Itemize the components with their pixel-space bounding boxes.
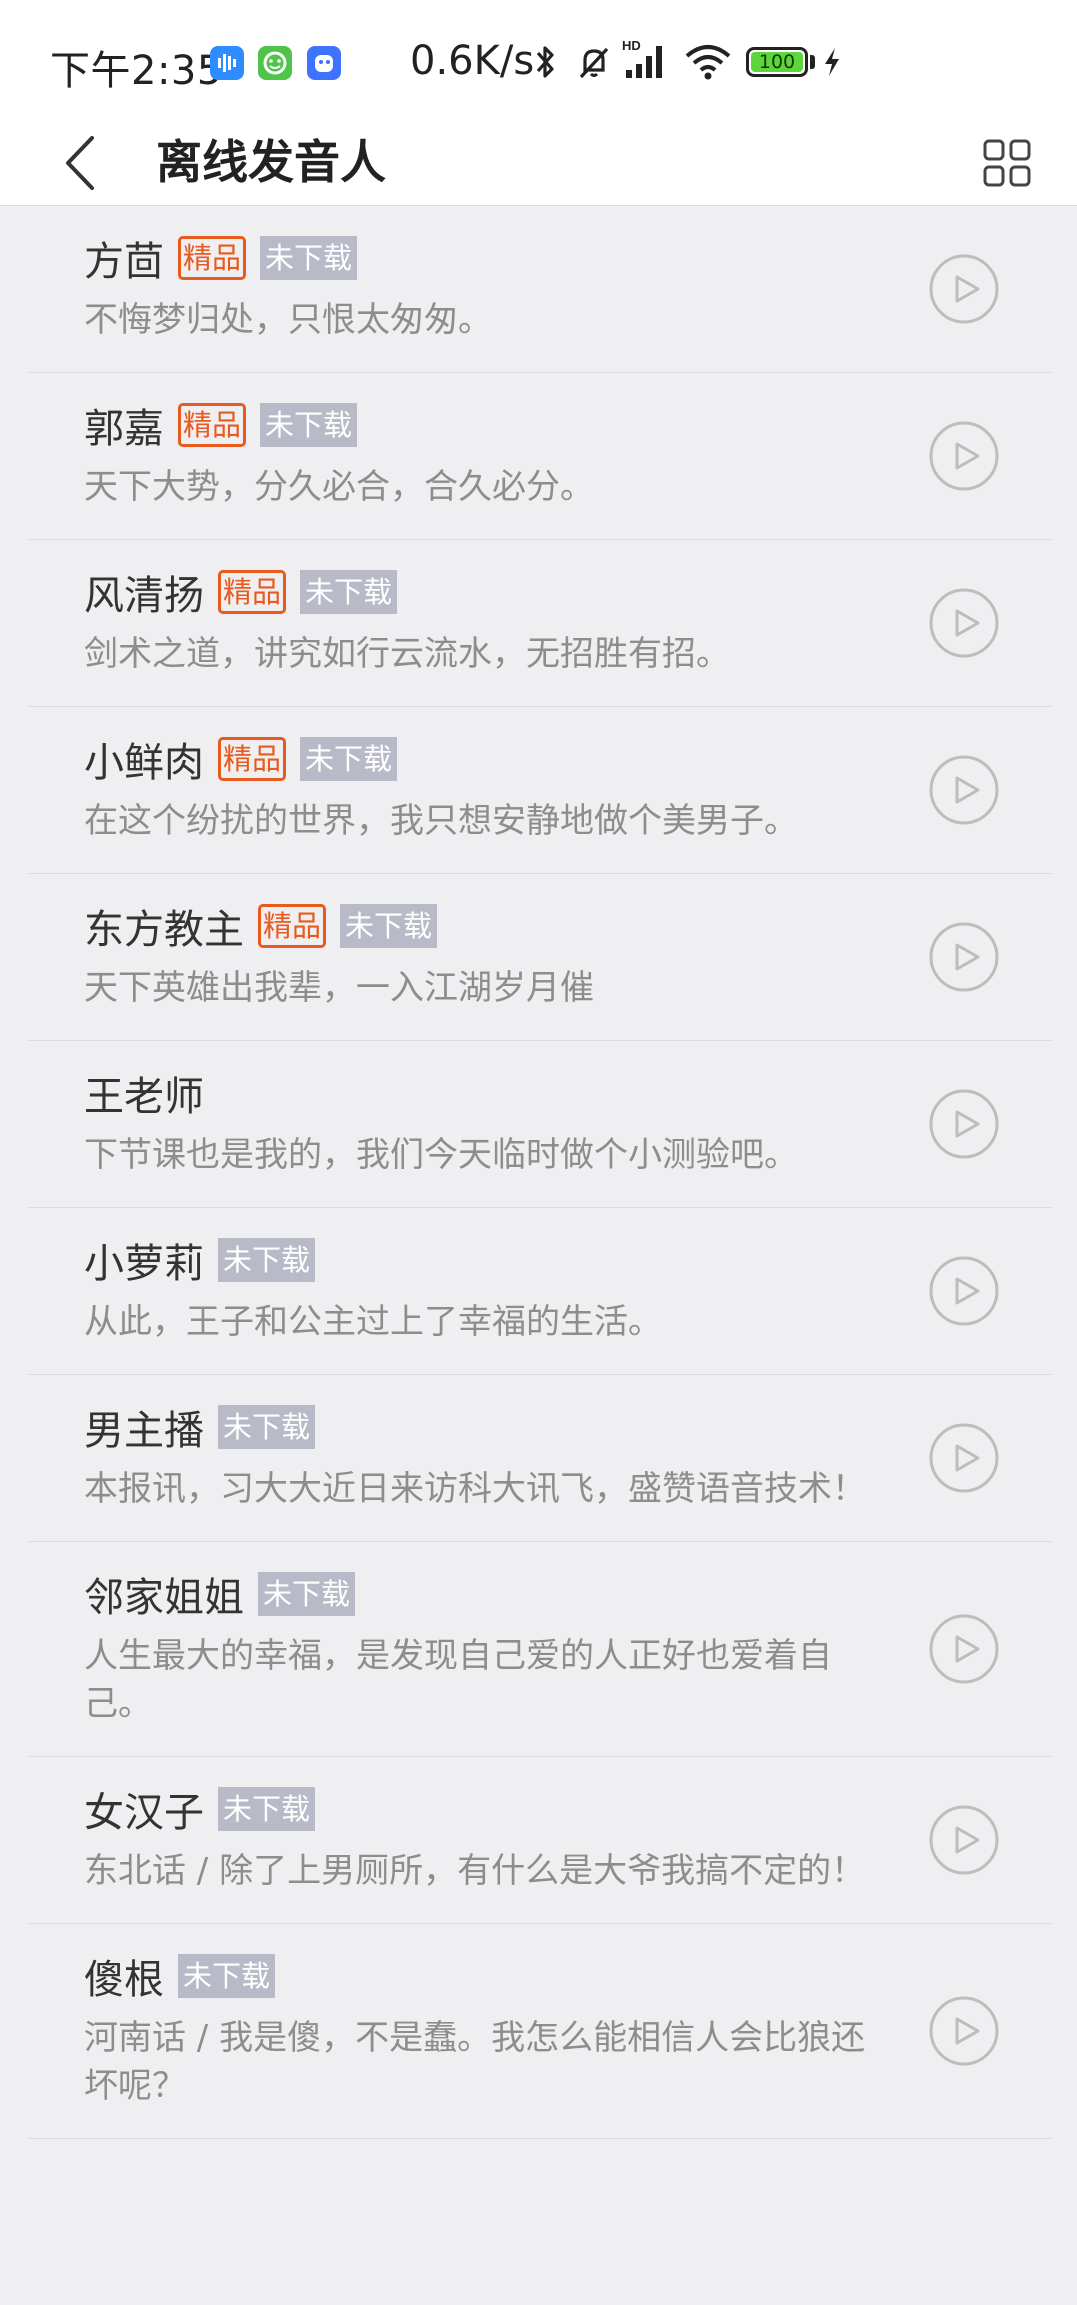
app-header: 离线发音人 (0, 120, 1077, 206)
play-button[interactable] (928, 754, 1000, 826)
charging-icon (822, 47, 842, 77)
voice-sample-text: 本报讯，习大大近日来访科大讯飞，盛赞语音技术！ (84, 1469, 866, 1509)
not-downloaded-badge: 未下载 (300, 570, 398, 614)
voice-name: 风清扬 (84, 573, 204, 619)
play-icon (929, 1996, 999, 2066)
mute-bell-icon (574, 42, 614, 82)
battery-level: 100 (751, 52, 803, 72)
play-icon (929, 588, 999, 658)
voice-name: 小鲜肉 (84, 740, 204, 786)
play-button[interactable] (928, 1804, 1000, 1876)
voice-item-dongfangjiaozhu[interactable]: 东方教主 精品 未下载 天下英雄出我辈，一入江湖岁月催 (28, 874, 1052, 1041)
play-button[interactable] (928, 587, 1000, 659)
play-icon (929, 755, 999, 825)
voice-sample-text: 不悔梦归处，只恨太匆匆。 (84, 300, 492, 340)
voice-sample-text: 天下大势，分久必合，合久必分。 (84, 467, 594, 507)
battery-cap (810, 55, 815, 69)
play-button[interactable] (928, 1613, 1000, 1685)
chat-app-icon (258, 46, 292, 80)
voice-item-wanglaoshi[interactable]: 王老师 下节课也是我的，我们今天临时做个小测验吧。 (28, 1041, 1052, 1208)
play-icon (929, 1256, 999, 1326)
assistant-app-icon (307, 46, 341, 80)
voice-sample-text: 在这个纷扰的世界，我只想安静地做个美男子。 (84, 801, 798, 841)
voice-sample-text: 下节课也是我的，我们今天临时做个小测验吧。 (84, 1135, 798, 1175)
bluetooth-icon (532, 42, 560, 82)
not-downloaded-badge: 未下载 (260, 236, 358, 280)
not-downloaded-badge: 未下载 (340, 904, 438, 948)
svg-text:HD: HD (622, 38, 641, 53)
voice-name: 小萝莉 (84, 1241, 204, 1287)
back-button[interactable] (50, 120, 110, 205)
not-downloaded-badge: 未下载 (258, 1572, 356, 1616)
voice-item-nanzhubo[interactable]: 男主播 未下载 本报讯，习大大近日来访科大讯飞，盛赞语音技术！ (28, 1375, 1052, 1542)
premium-badge: 精品 (178, 403, 247, 447)
voice-list: 方茴 精品 未下载 不悔梦归处，只恨太匆匆。 郭嘉 精品 未下载 天下大势，分久… (0, 206, 1077, 2139)
voice-item-xiaoluoli[interactable]: 小萝莉 未下载 从此，王子和公主过上了幸福的生活。 (28, 1208, 1052, 1375)
voice-item-fengqingyang[interactable]: 风清扬 精品 未下载 剑术之道，讲究如行云流水，无招胜有招。 (28, 540, 1052, 707)
voice-name: 郭嘉 (84, 406, 164, 452)
not-downloaded-badge: 未下载 (300, 737, 398, 781)
voice-sample-text: 剑术之道，讲究如行云流水，无招胜有招。 (84, 634, 730, 674)
play-icon (929, 1423, 999, 1493)
voice-name: 王老师 (84, 1074, 204, 1120)
voice-app-icon (210, 46, 244, 80)
wifi-icon (684, 42, 732, 82)
voice-sample-text: 东北话 / 除了上男厕所，有什么是大爷我搞不定的！ (84, 1851, 866, 1891)
status-time: 下午2:35 (50, 48, 223, 94)
voice-name: 方茴 (84, 239, 164, 285)
voice-sample-text: 天下英雄出我辈，一入江湖岁月催 (84, 968, 594, 1008)
chevron-left-icon (66, 135, 94, 190)
voice-name: 男主播 (84, 1408, 204, 1454)
network-speed: 0.6K/s (410, 38, 535, 84)
not-downloaded-badge: 未下载 (260, 403, 358, 447)
voice-item-linjiajiejie[interactable]: 邻家姐姐 未下载 人生最大的幸福，是发现自己爱的人正好也爱着自己。 (28, 1542, 1052, 1757)
voice-item-guojia[interactable]: 郭嘉 精品 未下载 天下大势，分久必合，合久必分。 (28, 373, 1052, 540)
play-icon (929, 922, 999, 992)
premium-badge: 精品 (218, 737, 287, 781)
play-icon (929, 421, 999, 491)
play-button[interactable] (928, 420, 1000, 492)
not-downloaded-badge: 未下载 (218, 1405, 316, 1449)
play-icon (929, 1089, 999, 1159)
grid-view-button[interactable] (977, 120, 1037, 205)
voice-sample-text: 河南话 / 我是傻，不是蠢。我怎么能相信人会比狼还坏呢？ (84, 2018, 866, 2106)
play-button[interactable] (928, 1088, 1000, 1160)
premium-badge: 精品 (258, 904, 327, 948)
voice-name: 女汉子 (84, 1790, 204, 1836)
not-downloaded-badge: 未下载 (178, 1954, 276, 1998)
voice-sample-text: 从此，王子和公主过上了幸福的生活。 (84, 1302, 662, 1342)
play-button[interactable] (928, 1255, 1000, 1327)
play-icon (929, 1805, 999, 1875)
not-downloaded-badge: 未下载 (218, 1787, 316, 1831)
premium-badge: 精品 (218, 570, 287, 614)
grid-view-icon (983, 139, 1031, 186)
page-title: 离线发音人 (156, 135, 386, 189)
voice-item-xiaoxianrou[interactable]: 小鲜肉 精品 未下载 在这个纷扰的世界，我只想安静地做个美男子。 (28, 707, 1052, 874)
play-icon (929, 1614, 999, 1684)
voice-item-shagen[interactable]: 傻根 未下载 河南话 / 我是傻，不是蠢。我怎么能相信人会比狼还坏呢？ (28, 1924, 1052, 2139)
not-downloaded-badge: 未下载 (218, 1238, 316, 1282)
play-icon (929, 254, 999, 324)
voice-sample-text: 人生最大的幸福，是发现自己爱的人正好也爱着自己。 (84, 1636, 832, 1724)
voice-name: 东方教主 (84, 907, 244, 953)
voice-name: 傻根 (84, 1957, 164, 2003)
play-button[interactable] (928, 921, 1000, 993)
play-button[interactable] (928, 1995, 1000, 2067)
voice-item-nvhanzi[interactable]: 女汉子 未下载 东北话 / 除了上男厕所，有什么是大爷我搞不定的！ (28, 1757, 1052, 1924)
signal-icon: HD (622, 36, 672, 82)
premium-badge: 精品 (178, 236, 247, 280)
status-bar: 下午2:35 0.6K/s HD 100 (0, 0, 1077, 120)
voice-name: 邻家姐姐 (84, 1575, 244, 1621)
play-button[interactable] (928, 253, 1000, 325)
voice-item-fanghui[interactable]: 方茴 精品 未下载 不悔梦归处，只恨太匆匆。 (28, 206, 1052, 373)
battery-icon: 100 (746, 47, 808, 77)
play-button[interactable] (928, 1422, 1000, 1494)
